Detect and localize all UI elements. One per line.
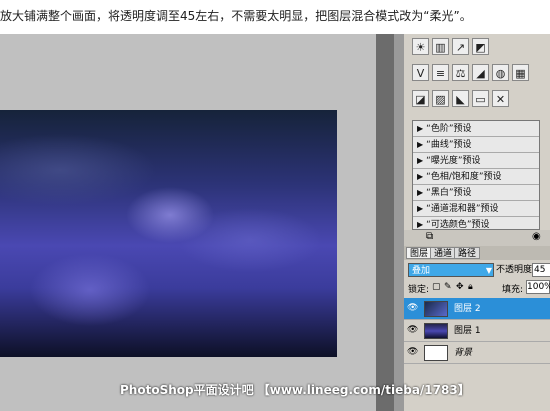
- layer-thumbnail: [424, 301, 448, 317]
- preset-label: “曲线”预设: [426, 140, 472, 150]
- selective-color-icon[interactable]: ✕: [492, 90, 509, 107]
- posterize-icon[interactable]: ▨: [432, 90, 449, 107]
- layer-name: 图层 1: [454, 326, 481, 336]
- chevron-right-icon: ▶: [417, 124, 424, 133]
- blend-mode-value: 叠加: [412, 266, 431, 276]
- preset-label: “色阶”预设: [426, 124, 472, 134]
- layer-row[interactable]: 👁︎ 背景: [404, 342, 550, 364]
- color-balance-icon[interactable]: ⚖: [452, 64, 469, 81]
- opacity-label: 不透明度:: [496, 265, 536, 275]
- layers-tabs: 图层 通道 路径: [404, 246, 550, 260]
- preset-item[interactable]: ▶ “色相/饱和度”预设: [413, 169, 539, 185]
- layer-row[interactable]: 👁︎ 图层 1: [404, 320, 550, 342]
- preset-item[interactable]: ▶ “通道混和器”预设: [413, 201, 539, 217]
- watermark-text: PhotoShop平面设计吧 【www.lineeg.com/tieba/178…: [120, 383, 470, 397]
- tab-channels[interactable]: 通道: [430, 247, 457, 259]
- chevron-right-icon: ▶: [417, 140, 424, 149]
- preset-item[interactable]: ▶ “黑白”预设: [413, 185, 539, 201]
- preset-item[interactable]: ▶ “色阶”预设: [413, 121, 539, 137]
- vibrance-icon[interactable]: V: [412, 64, 429, 81]
- cloud-image: [0, 110, 337, 357]
- layer-thumbnail: [424, 323, 448, 339]
- panel-divider: [376, 34, 404, 411]
- preset-label: “可选颜色”预设: [426, 220, 490, 230]
- preset-label: “曝光度”预设: [426, 156, 481, 166]
- right-panel: ☀ ▥ ↗ ◩ V ≡ ⚖ ◢ ◍ ▦ ◪ ▨ ◣ ▭ ✕ ▶ “色阶”预设 ▶ “曲线”预设 ▶ “曝光度”预设…: [404, 34, 550, 411]
- eye-icon[interactable]: 👁︎: [407, 303, 418, 313]
- eye-icon[interactable]: 👁︎: [407, 325, 418, 335]
- invert-icon[interactable]: ◪: [412, 90, 429, 107]
- preset-item[interactable]: ▶ “曝光度”预设: [413, 153, 539, 169]
- brightness-icon[interactable]: ☀: [412, 38, 429, 55]
- panel-footer: ⧉ ◉: [404, 230, 550, 246]
- chevron-right-icon: ▶: [417, 188, 424, 197]
- hue-sat-icon[interactable]: ≡: [432, 64, 449, 81]
- chevron-down-icon: ▼: [485, 266, 492, 275]
- opacity-field[interactable]: 45: [532, 263, 550, 277]
- lock-position-icon[interactable]: ✥: [456, 282, 464, 292]
- chevron-right-icon: ▶: [417, 204, 424, 213]
- layer-thumbnail: [424, 345, 448, 361]
- bw-icon[interactable]: ◢: [472, 64, 489, 81]
- lock-transparent-icon[interactable]: ▢: [432, 282, 441, 292]
- presets-list: ▶ “色阶”预设 ▶ “曲线”预设 ▶ “曝光度”预设 ▶ “色相/饱和度”预设 ▶ “黑白”预设…: [412, 120, 540, 233]
- lock-all-icon[interactable]: 🔒︎: [468, 282, 473, 292]
- preset-item[interactable]: ▶ “曲线”预设: [413, 137, 539, 153]
- blend-mode-select[interactable]: 叠加 ▼: [408, 263, 494, 277]
- eye-icon[interactable]: 👁︎: [407, 347, 418, 357]
- fill-label: 填充:: [502, 285, 524, 295]
- panel-footer-icon-right[interactable]: ◉: [532, 231, 541, 242]
- layer-name: 背景: [454, 348, 473, 358]
- photo-filter-icon[interactable]: ◍: [492, 64, 509, 81]
- preset-label: “黑白”预设: [426, 188, 472, 198]
- curves-icon[interactable]: ↗: [452, 38, 469, 55]
- preset-label: “通道混和器”预设: [426, 204, 499, 214]
- fill-field[interactable]: 100%: [526, 280, 550, 294]
- tab-layers[interactable]: 图层: [406, 247, 433, 259]
- preset-label: “色相/饱和度”预设: [426, 172, 502, 182]
- channel-mixer-icon[interactable]: ▦: [512, 64, 529, 81]
- exposure-icon[interactable]: ◩: [472, 38, 489, 55]
- blend-row: 叠加 ▼ 不透明度: 45: [404, 262, 550, 278]
- chevron-right-icon: ▶: [417, 220, 424, 229]
- gradient-map-icon[interactable]: ▭: [472, 90, 489, 107]
- caption-text: 放大铺满整个画面，将透明度调至45左右，不需要太明显，把图层混合模式改为“柔光”…: [0, 0, 550, 34]
- tab-paths[interactable]: 路径: [454, 247, 481, 259]
- lock-image-icon[interactable]: ✎: [444, 282, 452, 292]
- chevron-right-icon: ▶: [417, 172, 424, 181]
- canvas-area[interactable]: [0, 34, 376, 411]
- layer-row[interactable]: 👁︎ 图层 2: [404, 298, 550, 320]
- layer-name: 图层 2: [454, 304, 481, 314]
- chevron-right-icon: ▶: [417, 156, 424, 165]
- panel-footer-icon[interactable]: ⧉: [426, 231, 433, 242]
- threshold-icon[interactable]: ◣: [452, 90, 469, 107]
- levels-icon[interactable]: ▥: [432, 38, 449, 55]
- lock-row: 锁定: ▢ ✎ ✥ 🔒︎ 填充: 100%: [404, 280, 550, 296]
- lock-label: 锁定:: [408, 285, 430, 295]
